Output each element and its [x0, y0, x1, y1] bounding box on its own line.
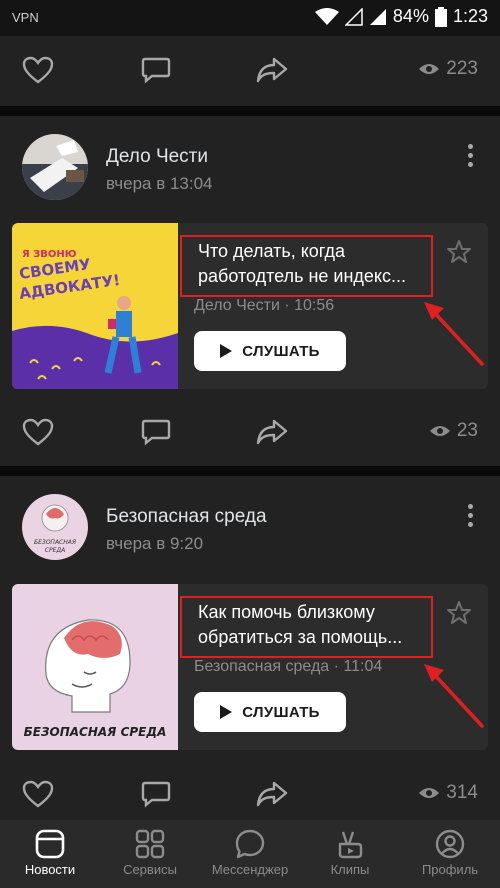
play-icon [220, 344, 233, 358]
tab-messenger[interactable]: Мессенджер [200, 820, 300, 888]
podcast-meta: Безопасная среда · 11:04 [194, 658, 383, 675]
podcast-cover: Я ЗВОНЮ СВОЕМУ АДВОКАТУ! [12, 223, 178, 389]
views-counter: 23 [429, 420, 478, 442]
more-options-button[interactable] [466, 504, 474, 530]
eye-icon [429, 426, 450, 436]
tab-news[interactable]: Новости [0, 820, 100, 888]
tab-profile[interactable]: Профиль [400, 820, 500, 888]
post-time: вчера в 9:20 [106, 534, 204, 553]
share-button[interactable] [256, 418, 290, 448]
post-card: Дело Чести вчера в 13:04 Я ЗВОНЮ СВОЕМУ … [0, 116, 500, 466]
post-header: БЕЗОПАСНАЯ СРЕДА Безопасная среда вчера … [0, 476, 500, 566]
profile-icon [435, 829, 465, 859]
podcast-attachment[interactable]: Я ЗВОНЮ СВОЕМУ АДВОКАТУ! Что делать, ког… [12, 223, 488, 389]
annotation-arrow [424, 664, 484, 728]
eye-icon [419, 788, 440, 798]
cover-text: БЕЗОПАСНАЯ СРЕДА [24, 725, 167, 739]
status-bar: VPN 84% 1:23 [0, 0, 500, 36]
like-button[interactable] [22, 418, 56, 448]
tab-services[interactable]: Сервисы [100, 820, 200, 888]
signal-empty-icon [344, 7, 363, 26]
heart-icon [22, 780, 54, 808]
like-button[interactable] [22, 56, 56, 86]
views-counter: 223 [418, 58, 478, 80]
avatar[interactable]: БЕЗОПАСНАЯ СРЕДА [22, 494, 88, 560]
annotation-arrow [424, 302, 484, 366]
post-author[interactable]: Безопасная среда [106, 506, 267, 528]
tab-clips[interactable]: Клипы [300, 820, 400, 888]
feed-divider [0, 466, 500, 476]
post-author[interactable]: Дело Чести [106, 146, 208, 168]
podcast-meta: Дело Чести · 10:56 [194, 297, 335, 314]
comment-button[interactable] [140, 418, 174, 448]
star-icon [447, 601, 471, 624]
post-actions: 314 [0, 764, 500, 824]
views-counter: 314 [418, 782, 478, 804]
listen-button[interactable]: СЛУШАТЬ [194, 692, 346, 732]
battery-icon [434, 6, 447, 27]
share-icon [256, 781, 288, 807]
comment-button[interactable] [140, 780, 174, 810]
comment-icon [141, 781, 171, 808]
favorite-button[interactable] [446, 239, 472, 265]
play-icon [220, 705, 233, 719]
share-icon [256, 57, 288, 83]
svg-text:СРЕДА: СРЕДА [45, 547, 65, 554]
star-icon [447, 240, 471, 263]
share-button[interactable] [256, 56, 290, 86]
previous-post-card: 223 [0, 36, 500, 106]
comment-icon [141, 57, 171, 84]
post-actions: 223 [0, 40, 500, 100]
highlight-box [180, 235, 433, 297]
heart-icon [22, 56, 54, 84]
share-button[interactable] [256, 780, 290, 810]
signal-icon [369, 8, 386, 25]
feed-divider [0, 106, 500, 116]
avatar[interactable] [22, 134, 88, 200]
clock: 1:23 [452, 6, 488, 26]
post-header: Дело Чести вчера в 13:04 [0, 116, 500, 206]
comment-icon [141, 419, 171, 446]
vpn-indicator: VPN [12, 10, 39, 25]
news-icon [35, 829, 65, 859]
services-icon [135, 829, 165, 859]
listen-button[interactable]: СЛУШАТЬ [194, 331, 346, 371]
podcast-cover: БЕЗОПАСНАЯ СРЕДА [12, 584, 178, 750]
like-button[interactable] [22, 780, 56, 810]
avatar-text: БЕЗОПАСНАЯ [34, 539, 76, 546]
heart-icon [22, 418, 54, 446]
wifi-icon [314, 7, 339, 25]
share-icon [256, 419, 288, 445]
more-options-button[interactable] [466, 144, 474, 170]
battery-percent: 84% [392, 6, 429, 26]
bottom-tab-bar: Новости Сервисы Мессенджер Клипы Профиль [0, 820, 500, 888]
post-card: БЕЗОПАСНАЯ СРЕДА Безопасная среда вчера … [0, 476, 500, 820]
podcast-attachment[interactable]: БЕЗОПАСНАЯ СРЕДА Как помочь близкому обр… [12, 584, 488, 750]
post-actions: 23 [0, 402, 500, 462]
eye-icon [419, 64, 440, 74]
messenger-icon [235, 829, 265, 859]
post-time: вчера в 13:04 [106, 174, 213, 193]
clips-icon [338, 831, 363, 859]
highlight-box [180, 596, 433, 658]
favorite-button[interactable] [446, 600, 472, 626]
comment-button[interactable] [140, 56, 174, 86]
